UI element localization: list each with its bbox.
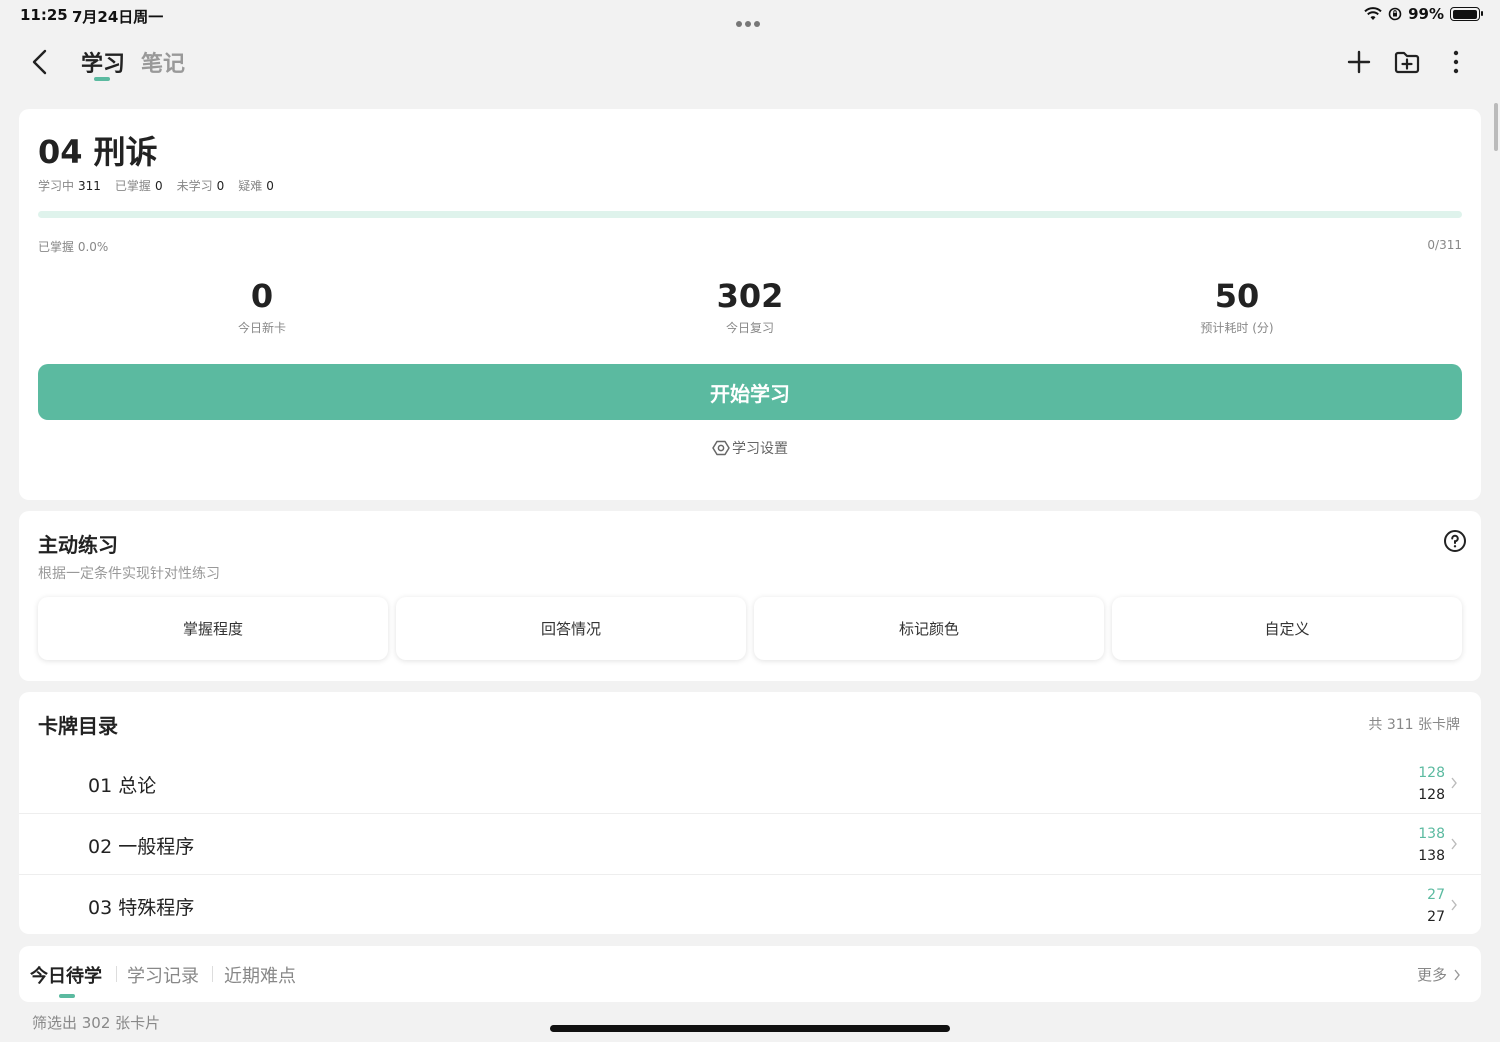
chevron-right-icon — [1451, 899, 1457, 911]
status-indicators: 99% — [1364, 5, 1483, 23]
add-folder-icon[interactable] — [1391, 46, 1423, 78]
active-practice-card: 主动练习 根据一定条件实现针对性练习 掌握程度 回答情况 标记颜色 自定义 — [19, 511, 1481, 681]
wifi-icon — [1364, 7, 1382, 20]
add-icon[interactable] — [1343, 46, 1375, 78]
more-label: 更多 — [1416, 966, 1447, 984]
deck-title: 04 刑诉 — [38, 133, 158, 171]
tab-today[interactable]: 今日待学 — [30, 962, 102, 988]
nav-bar: 学习 笔记 — [0, 36, 1500, 88]
practice-subtitle: 根据一定条件实现针对性练习 — [38, 566, 220, 582]
total-count: 27 — [1427, 909, 1445, 925]
metric-value: 302 — [716, 277, 784, 315]
status-date: 7月24日周一 — [72, 8, 164, 26]
card-catalog: 卡牌目录 共 311 张卡牌 01 总论 128 128 02 一般程序 138… — [19, 692, 1481, 934]
bottom-tabs-card: 今日待学 学习记录 近期难点 更多 — [19, 946, 1481, 1002]
scrollbar[interactable] — [1494, 103, 1498, 151]
tab-history[interactable]: 学习记录 — [127, 962, 199, 988]
total-count: 138 — [1418, 848, 1445, 864]
more-vertical-icon[interactable] — [1440, 46, 1472, 78]
mastery-progress-bar — [38, 211, 1462, 218]
tab-notes[interactable]: 笔记 — [141, 46, 185, 78]
list-item[interactable]: 03 特殊程序 27 27 — [19, 875, 1481, 936]
back-icon[interactable] — [22, 44, 58, 80]
study-settings-link[interactable]: 学习设置 — [19, 438, 1481, 458]
stat-unlearned: 未学习 0 — [176, 179, 225, 193]
catalog-total: 共 311 张卡牌 — [1368, 717, 1460, 733]
catalog-item-counts: 138 138 — [1418, 823, 1445, 867]
practice-options: 掌握程度 回答情况 标记颜色 自定义 — [38, 597, 1462, 660]
study-settings-label: 学习设置 — [732, 441, 788, 457]
tab-study[interactable]: 学习 — [81, 46, 125, 78]
list-item[interactable]: 01 总论 128 128 — [19, 753, 1481, 814]
stat-learning: 学习中 311 — [38, 179, 101, 193]
stat-difficult: 疑难 0 — [238, 179, 274, 193]
multitasking-dots-icon[interactable] — [736, 12, 766, 27]
tab-divider — [212, 966, 213, 982]
tab-divider — [116, 966, 117, 982]
practice-color-button[interactable]: 标记颜色 — [754, 597, 1104, 660]
tab-active-indicator — [59, 994, 75, 998]
tab-difficult[interactable]: 近期难点 — [224, 962, 296, 988]
help-icon[interactable] — [1443, 529, 1467, 553]
catalog-item-name: 01 总论 — [88, 775, 157, 797]
start-study-button[interactable]: 开始学习 — [38, 364, 1462, 420]
status-time: 11:25 — [20, 6, 68, 24]
metric-label: 今日新卡 — [237, 321, 286, 335]
catalog-item-name: 02 一般程序 — [88, 836, 195, 858]
catalog-item-name: 03 特殊程序 — [88, 897, 195, 919]
due-count: 138 — [1418, 826, 1445, 842]
battery-icon — [1450, 7, 1483, 21]
mastered-percent: 已掌握 0.0% — [38, 240, 109, 254]
chevron-right-icon — [1454, 969, 1460, 980]
metric-value: 0 — [250, 277, 274, 315]
orientation-lock-icon — [1388, 7, 1402, 21]
stat-mastered: 已掌握 0 — [114, 179, 163, 193]
catalog-item-counts: 128 128 — [1418, 762, 1445, 806]
metric-label: 今日复习 — [725, 321, 774, 335]
metric-review: 302 今日复习 — [650, 277, 850, 336]
catalog-title: 卡牌目录 — [38, 714, 118, 738]
total-count: 128 — [1418, 787, 1445, 803]
due-count: 128 — [1418, 765, 1445, 781]
practice-answer-button[interactable]: 回答情况 — [396, 597, 746, 660]
metric-new-cards: 0 今日新卡 — [162, 277, 362, 336]
catalog-item-counts: 27 27 — [1427, 884, 1445, 928]
status-bar: 11:25 7月24日周一 99% — [0, 0, 1500, 32]
practice-title: 主动练习 — [38, 533, 118, 557]
battery-percent: 99% — [1408, 5, 1444, 23]
practice-custom-button[interactable]: 自定义 — [1112, 597, 1462, 660]
mastered-count: 0/311 — [1427, 238, 1462, 252]
chevron-right-icon — [1451, 777, 1457, 789]
list-item[interactable]: 02 一般程序 138 138 — [19, 814, 1481, 875]
due-count: 27 — [1427, 887, 1445, 903]
metric-estimated-time: 50 预计耗时 (分) — [1137, 277, 1337, 336]
settings-icon — [712, 440, 730, 456]
more-link[interactable]: 更多 — [1417, 964, 1461, 985]
practice-mastery-button[interactable]: 掌握程度 — [38, 597, 388, 660]
deck-stats: 学习中 311 已掌握 0 未学习 0 疑难 0 — [38, 177, 274, 194]
home-indicator[interactable] — [550, 1025, 950, 1032]
catalog-list: 01 总论 128 128 02 一般程序 138 138 03 特殊程序 27… — [19, 753, 1481, 936]
deck-summary-card: 04 刑诉 学习中 311 已掌握 0 未学习 0 疑难 0 已掌握 0.0% 0/31… — [19, 109, 1481, 500]
tab-active-indicator — [94, 77, 110, 81]
chevron-right-icon — [1451, 838, 1457, 850]
metric-label: 预计耗时 (分) — [1200, 321, 1274, 335]
metric-value: 50 — [1214, 277, 1260, 315]
filter-result-text: 筛选出 302 张卡片 — [32, 1014, 161, 1032]
